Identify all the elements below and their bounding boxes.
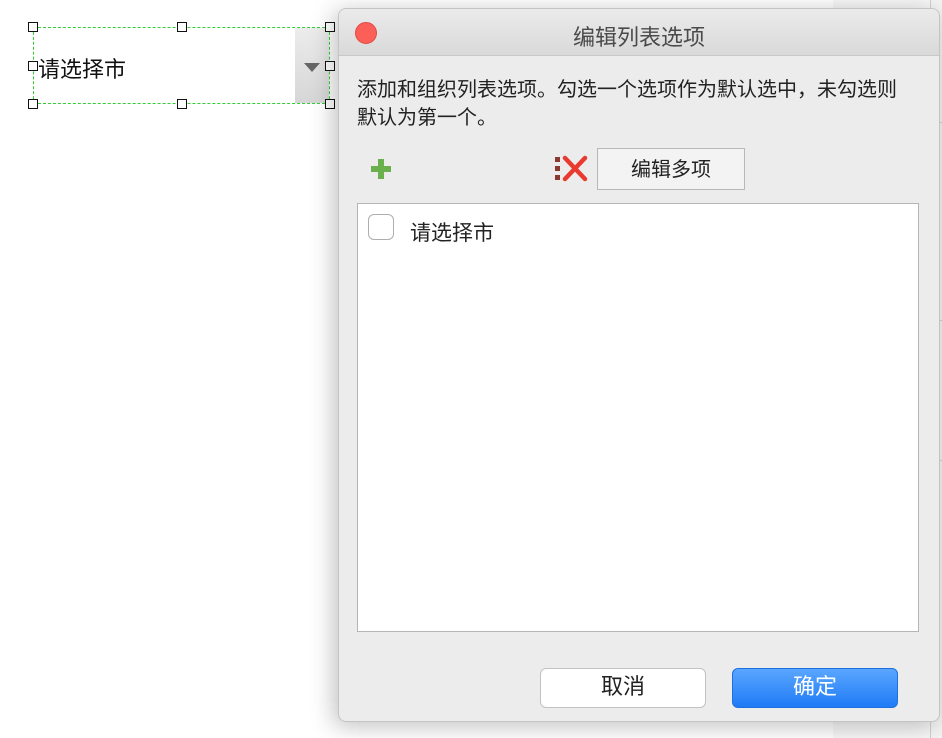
resize-handle-bottom-right[interactable] [325,99,335,109]
default-option-checkbox[interactable] [368,214,394,240]
edit-list-options-dialog: 编辑列表选项 添加和组织列表选项。勾选一个选项作为默认选中，未勾选则默认为第一个… [338,8,940,722]
resize-handle-top[interactable] [177,22,187,32]
cancel-button[interactable]: 取消 [540,668,706,708]
resize-handle-bottom[interactable] [177,99,187,109]
list-item-label[interactable]: 请选择市 [410,217,494,247]
ok-button[interactable]: 确定 [732,668,898,708]
resize-handle-top-right[interactable] [325,22,335,32]
widget-text: 请选择市 [38,58,127,83]
list-item[interactable]: 请选择市 [368,214,908,248]
design-canvas: 请选择市 编辑列表选项 添加和组织列表选项。勾选一个选项作为默认选中，未勾选则默… [0,0,942,738]
options-list[interactable]: 请选择市 [357,203,919,632]
dialog-description: 添加和组织列表选项。勾选一个选项作为默认选中，未勾选则默认为第一个。 [357,77,897,129]
chevron-down-icon [304,63,320,72]
edit-multiple-button[interactable]: 编辑多项 [597,148,745,190]
resize-handle-bottom-left[interactable] [28,99,38,109]
resize-handle-left[interactable] [28,61,38,71]
dialog-title: 编辑列表选项 [572,26,705,51]
dialog-titlebar: 编辑列表选项 [339,9,939,56]
resize-handle-right[interactable] [325,61,335,71]
plus-icon[interactable] [369,157,393,181]
widget-dropdown-button [295,28,329,103]
delete-x-icon[interactable] [555,155,589,183]
resize-handle-top-left[interactable] [28,22,38,32]
selected-droplist-widget[interactable]: 请选择市 [33,27,330,104]
